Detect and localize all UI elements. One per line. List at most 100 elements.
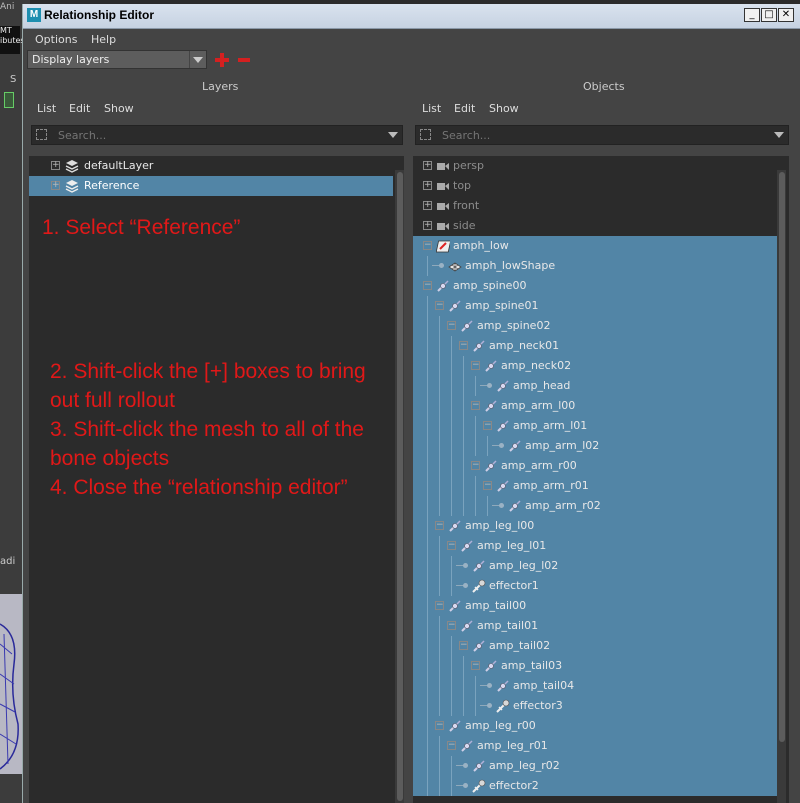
title-bar[interactable]: M Relationship Editor _ □ ✕ xyxy=(23,4,800,29)
outliner-row[interactable]: − amp_spine00 xyxy=(413,276,777,296)
objects-menu-show[interactable]: Show xyxy=(489,102,519,115)
collapse-minus-icon[interactable]: − xyxy=(423,281,432,290)
collapse-minus-icon[interactable]: − xyxy=(447,541,456,550)
outliner-row[interactable]: amp_arm_r02 xyxy=(413,496,777,516)
collapse-minus-icon[interactable]: − xyxy=(435,601,444,610)
editor-mode-select[interactable]: Display layers xyxy=(27,50,207,69)
outliner-row[interactable]: − amp_tail02 xyxy=(413,636,777,656)
annotation-step3-line1: 3. Shift-click the mesh to all of the xyxy=(50,418,364,441)
close-button[interactable]: ✕ xyxy=(778,8,794,22)
tree-guide-line xyxy=(451,696,452,716)
outliner-row[interactable]: amp_tail04 xyxy=(413,676,777,696)
layers-menu-list[interactable]: List xyxy=(37,102,56,115)
outliner-row[interactable]: effector3 xyxy=(413,696,777,716)
layer-row-defaultlayer[interactable]: + defaultLayer xyxy=(29,156,393,176)
collapse-minus-icon[interactable]: − xyxy=(471,661,480,670)
joint-icon xyxy=(449,520,461,532)
outliner-row[interactable]: effector2 xyxy=(413,776,777,796)
expand-plus-icon[interactable]: + xyxy=(51,181,60,190)
tree-guide-line xyxy=(427,756,428,776)
outliner-label: amp_neck01 xyxy=(489,339,560,352)
outliner-label: amp_head xyxy=(513,379,571,392)
layer-row-reference[interactable]: + Reference xyxy=(29,176,393,196)
collapse-minus-icon[interactable]: − xyxy=(435,721,444,730)
outliner-row[interactable]: − amp_neck01 xyxy=(413,336,777,356)
collapse-minus-icon[interactable]: − xyxy=(459,341,468,350)
outliner-row[interactable]: effector1 xyxy=(413,576,777,596)
menu-help[interactable]: Help xyxy=(91,33,116,46)
outliner-row[interactable]: − amp_arm_r00 xyxy=(413,456,777,476)
layers-menu-show[interactable]: Show xyxy=(104,102,134,115)
outliner-row[interactable]: amp_leg_r02 xyxy=(413,756,777,776)
collapse-minus-icon[interactable]: − xyxy=(483,421,492,430)
collapse-minus-icon[interactable]: − xyxy=(459,641,468,650)
outliner-row[interactable]: − amp_neck02 xyxy=(413,356,777,376)
outliner-row[interactable]: amp_arm_l02 xyxy=(413,436,777,456)
minimize-button[interactable]: _ xyxy=(744,8,760,22)
tree-guide-line xyxy=(427,776,428,796)
outliner-row[interactable]: amp_head xyxy=(413,376,777,396)
objects-menu-edit[interactable]: Edit xyxy=(454,102,475,115)
outliner-row[interactable]: amp_leg_l02 xyxy=(413,556,777,576)
outliner-row[interactable]: − amp_spine02 xyxy=(413,316,777,336)
outliner-row[interactable]: + front xyxy=(413,196,777,216)
add-layer-plus-icon[interactable] xyxy=(214,52,230,68)
chevron-down-icon[interactable] xyxy=(388,132,398,138)
layers-scrollbar[interactable] xyxy=(395,170,404,803)
collapse-minus-icon[interactable]: − xyxy=(471,401,480,410)
collapse-minus-icon[interactable]: − xyxy=(447,321,456,330)
outliner-row[interactable]: − amp_leg_r01 xyxy=(413,736,777,756)
outliner-row[interactable]: amph_lowShape xyxy=(413,256,777,276)
objects-menu-list[interactable]: List xyxy=(422,102,441,115)
collapse-minus-icon[interactable]: − xyxy=(447,741,456,750)
outliner-row[interactable]: − amp_leg_l01 xyxy=(413,536,777,556)
camera-icon xyxy=(437,223,449,230)
maximize-button[interactable]: □ xyxy=(761,8,777,22)
outliner-row[interactable]: + top xyxy=(413,176,777,196)
tree-guide-line xyxy=(427,396,428,416)
tree-guide-line xyxy=(451,576,452,596)
outliner-row[interactable]: − amp_arm_l00 xyxy=(413,396,777,416)
collapse-minus-icon[interactable]: − xyxy=(435,521,444,530)
collapse-minus-icon[interactable]: − xyxy=(471,461,480,470)
collapse-minus-icon[interactable]: − xyxy=(435,301,444,310)
tree-guide-line xyxy=(451,376,452,396)
layers-menu-edit[interactable]: Edit xyxy=(69,102,90,115)
objects-scrollbar[interactable] xyxy=(777,170,786,803)
outliner-row[interactable]: + side xyxy=(413,216,777,236)
outliner-row[interactable]: − amph_low xyxy=(413,236,777,256)
tree-guide-line xyxy=(427,356,428,376)
expand-plus-icon[interactable]: + xyxy=(423,221,432,230)
outliner-row[interactable]: − amp_tail00 xyxy=(413,596,777,616)
collapse-minus-icon[interactable]: − xyxy=(423,241,432,250)
outliner-row[interactable]: − amp_leg_l00 xyxy=(413,516,777,536)
outliner-label: amp_tail04 xyxy=(513,679,575,692)
outliner-row[interactable]: − amp_tail01 xyxy=(413,616,777,636)
tree-connector-dot xyxy=(487,703,492,708)
outliner-label: amp_tail03 xyxy=(501,659,563,672)
expand-plus-icon[interactable]: + xyxy=(423,201,432,210)
outliner-row[interactable]: − amp_arm_r01 xyxy=(413,476,777,496)
collapse-minus-icon[interactable]: − xyxy=(471,361,480,370)
chevron-down-icon[interactable] xyxy=(189,51,206,68)
collapse-minus-icon[interactable]: − xyxy=(447,621,456,630)
expand-plus-icon[interactable]: + xyxy=(423,181,432,190)
outliner-row[interactable]: − amp_spine01 xyxy=(413,296,777,316)
joint-icon xyxy=(473,340,485,352)
menu-options[interactable]: Options xyxy=(35,33,77,46)
collapse-minus-icon[interactable]: − xyxy=(483,481,492,490)
tree-guide-line xyxy=(463,696,464,716)
layers-search-input[interactable] xyxy=(58,128,348,142)
remove-layer-minus-icon[interactable] xyxy=(236,52,252,68)
tree-guide-line xyxy=(439,496,440,516)
chevron-down-icon[interactable] xyxy=(774,132,784,138)
expand-plus-icon[interactable]: + xyxy=(51,161,60,170)
outliner-row[interactable]: + persp xyxy=(413,156,777,176)
objects-search-input[interactable] xyxy=(442,128,732,142)
expand-plus-icon[interactable]: + xyxy=(423,161,432,170)
tree-guide-line xyxy=(475,696,476,716)
outliner-row[interactable]: − amp_leg_r00 xyxy=(413,716,777,736)
layer-label: Reference xyxy=(84,179,140,192)
outliner-row[interactable]: − amp_tail03 xyxy=(413,656,777,676)
outliner-row[interactable]: − amp_arm_l01 xyxy=(413,416,777,436)
